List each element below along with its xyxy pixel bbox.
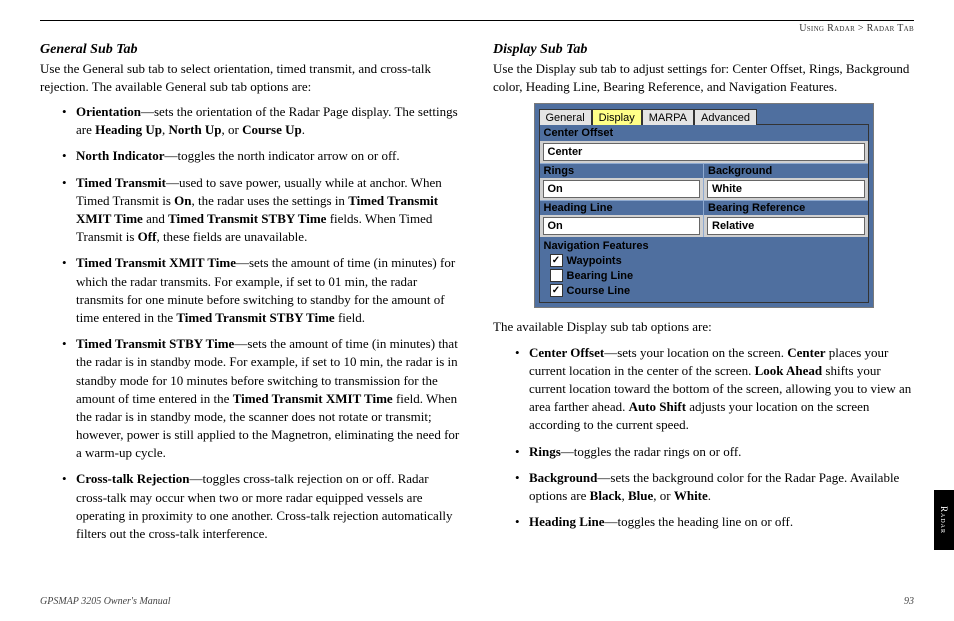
page-footer: GPSMAP 3205 Owner's Manual 93 (40, 596, 914, 607)
display-caption: The available Display sub tab options ar… (493, 318, 914, 336)
rings-label: Rings (540, 163, 704, 178)
manual-title: GPSMAP 3205 Owner's Manual (40, 596, 171, 607)
manual-page: Using Radar > Radar Tab General Sub Tab … (0, 0, 954, 621)
general-intro: Use the General sub tab to select orient… (40, 60, 461, 95)
left-column: General Sub Tab Use the General sub tab … (40, 42, 461, 551)
center-offset-field[interactable]: Center (543, 143, 865, 161)
background-field[interactable]: White (707, 180, 865, 198)
opt-timed-transmit: Timed Transmit—used to save power, usual… (62, 174, 461, 247)
thumb-tab-radar: Radar (934, 490, 954, 550)
waypoints-checkbox[interactable]: ✓ Waypoints (544, 253, 864, 268)
display-heading: Display Sub Tab (493, 42, 914, 58)
course-line-checkbox[interactable]: ✓ Course Line (544, 283, 864, 298)
background-label: Background (704, 163, 868, 178)
tab-general[interactable]: General (539, 109, 592, 125)
heading-line-label: Heading Line (540, 200, 704, 215)
opt-stby-time: Timed Transmit STBY Time—sets the amount… (62, 335, 461, 462)
breadcrumb-sep: > (855, 23, 867, 34)
breadcrumb-page: Radar Tab (867, 23, 914, 34)
bearing-ref-label: Bearing Reference (704, 200, 868, 215)
course-line-label: Course Line (567, 285, 631, 297)
right-column: Display Sub Tab Use the Display sub tab … (493, 42, 914, 551)
checkbox-icon (550, 269, 563, 282)
display-panel: Center Offset Center Rings On Background… (539, 124, 869, 303)
bearing-line-chk-label: Bearing Line (567, 270, 634, 282)
display-options-list: Center Offset—sets your location on the … (493, 344, 914, 532)
opt-orientation: Orientation—sets the orientation of the … (62, 103, 461, 139)
opt-rings: Rings—toggles the radar rings on or off. (515, 443, 914, 461)
opt-heading-line: Heading Line—toggles the heading line on… (515, 513, 914, 531)
page-number: 93 (904, 596, 914, 607)
breadcrumb-section: Using Radar (799, 23, 855, 34)
general-heading: General Sub Tab (40, 42, 461, 58)
checkbox-icon: ✓ (550, 254, 563, 267)
opt-center-offset: Center Offset—sets your location on the … (515, 344, 914, 435)
heading-line-field[interactable]: On (543, 217, 701, 235)
center-offset-label: Center Offset (540, 125, 868, 141)
opt-crosstalk: Cross-talk Rejection—toggles cross-talk … (62, 470, 461, 543)
tab-advanced[interactable]: Advanced (694, 109, 757, 125)
display-subtab-screenshot: General Display MARPA Advanced Center Of… (534, 103, 874, 308)
nav-features-group: Navigation Features ✓ Waypoints Bearing … (540, 237, 868, 302)
tab-bar: General Display MARPA Advanced (539, 108, 869, 124)
tab-display[interactable]: Display (592, 109, 642, 125)
opt-xmit-time: Timed Transmit XMIT Time—sets the amount… (62, 254, 461, 327)
bearing-line-checkbox[interactable]: Bearing Line (544, 268, 864, 283)
checkbox-icon: ✓ (550, 284, 563, 297)
bearing-ref-field[interactable]: Relative (707, 217, 865, 235)
opt-background: Background—sets the background color for… (515, 469, 914, 505)
general-options-list: Orientation—sets the orientation of the … (40, 103, 461, 543)
rings-field[interactable]: On (543, 180, 701, 198)
header-rule (40, 20, 914, 21)
display-intro: Use the Display sub tab to adjust settin… (493, 60, 914, 95)
nav-features-label: Navigation Features (544, 239, 864, 253)
waypoints-label: Waypoints (567, 255, 622, 267)
content-columns: General Sub Tab Use the General sub tab … (40, 42, 914, 551)
tab-marpa[interactable]: MARPA (642, 109, 694, 125)
breadcrumb: Using Radar > Radar Tab (40, 23, 914, 34)
opt-north-indicator: North Indicator—toggles the north indica… (62, 147, 461, 165)
